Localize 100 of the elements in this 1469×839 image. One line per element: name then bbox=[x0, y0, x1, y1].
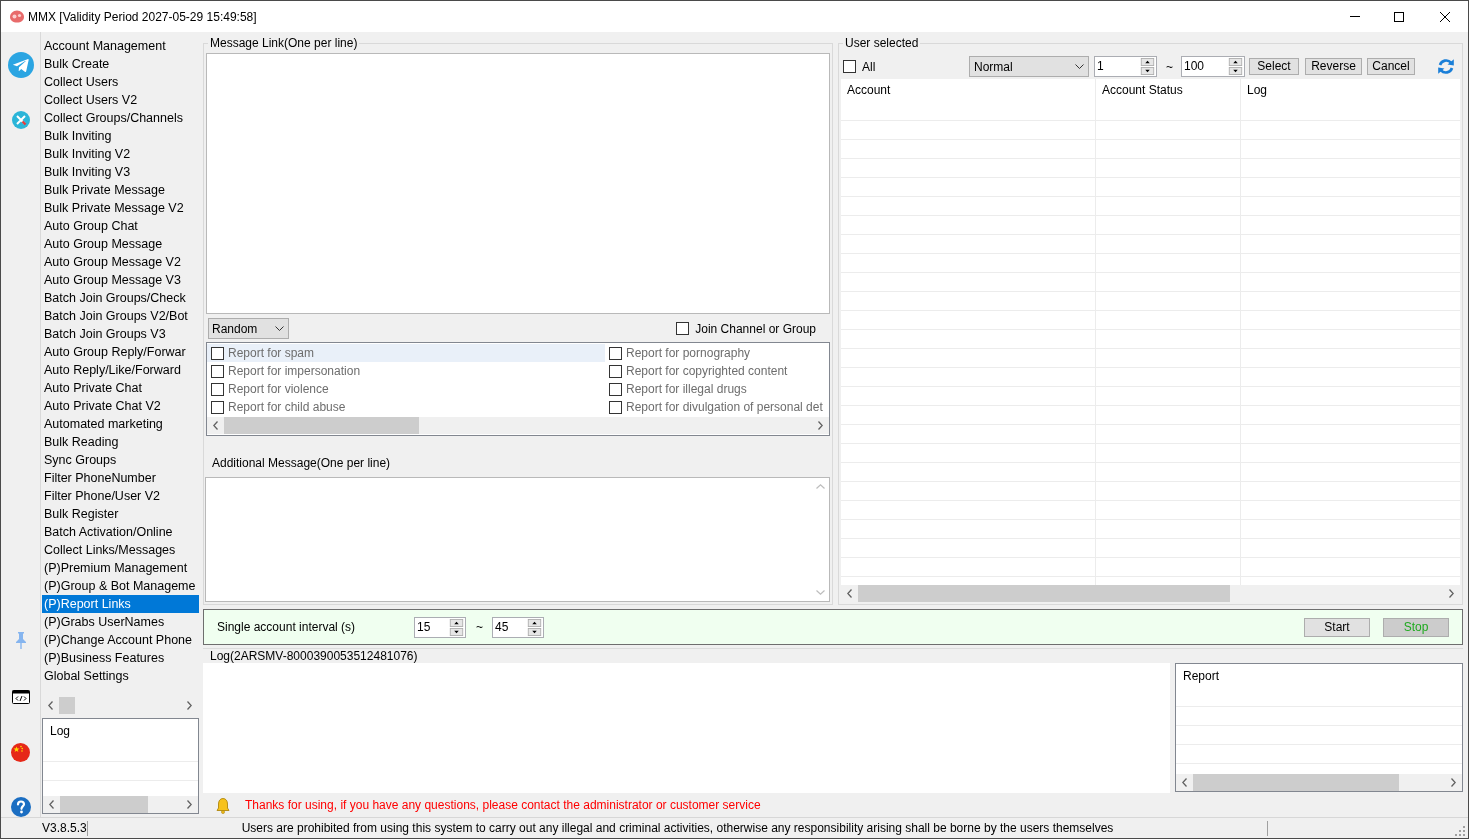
sidebar-item[interactable]: Auto Private Chat bbox=[42, 379, 199, 397]
sidebar-item[interactable]: Collect Links/Messages bbox=[42, 541, 199, 559]
order-dropdown[interactable]: Random bbox=[208, 318, 289, 339]
reverse-button[interactable]: Reverse bbox=[1305, 58, 1362, 75]
scrollbar-thumb[interactable] bbox=[60, 796, 148, 813]
scrollbar-thumb[interactable] bbox=[858, 585, 1230, 602]
sidebar-item[interactable]: Auto Group Message bbox=[42, 235, 199, 253]
scrollbar-thumb[interactable] bbox=[224, 417, 419, 434]
column-header[interactable]: Report bbox=[1176, 669, 1220, 683]
spin-up-icon[interactable] bbox=[449, 618, 464, 627]
horizontal-scrollbar[interactable] bbox=[207, 417, 829, 434]
status-dropdown[interactable]: Normal bbox=[969, 56, 1089, 77]
refresh-icon[interactable] bbox=[1437, 58, 1455, 75]
checkbox[interactable] bbox=[211, 382, 224, 396]
start-button[interactable]: Start bbox=[1304, 617, 1370, 637]
sidebar-item[interactable]: Bulk Private Message V2 bbox=[42, 199, 199, 217]
chevron-left-icon[interactable] bbox=[48, 701, 53, 710]
number-field[interactable]: 1 bbox=[1094, 56, 1157, 77]
sidebar-item[interactable]: Batch Activation/Online bbox=[42, 523, 199, 541]
help-icon[interactable] bbox=[10, 797, 31, 817]
report-option[interactable]: Report for pornography bbox=[605, 344, 829, 362]
checkbox[interactable] bbox=[609, 364, 622, 378]
sidebar-item[interactable]: Bulk Private Message bbox=[42, 181, 199, 199]
checkbox[interactable] bbox=[211, 400, 224, 414]
checkbox[interactable] bbox=[609, 400, 622, 414]
sidebar-item[interactable]: Auto Group Message V3 bbox=[42, 271, 199, 289]
report-option[interactable]: Report for spam bbox=[207, 344, 605, 362]
sidebar-item[interactable]: Bulk Inviting V2 bbox=[42, 145, 199, 163]
sidebar-item[interactable]: Collect Users bbox=[42, 73, 199, 91]
code-window-icon[interactable] bbox=[11, 690, 30, 704]
sidebar-item[interactable]: (P)Business Features bbox=[42, 649, 199, 667]
sidebar-item[interactable]: Account Management bbox=[42, 37, 199, 55]
checkbox[interactable] bbox=[843, 60, 856, 73]
sidebar-item[interactable]: (P)Report Links bbox=[42, 595, 199, 613]
sidebar-item[interactable]: Batch Join Groups V2/Bot bbox=[42, 307, 199, 325]
sidebar-item[interactable]: Auto Private Chat V2 bbox=[42, 397, 199, 415]
sidebar-item[interactable]: Global Settings bbox=[42, 667, 199, 685]
sidebar-item[interactable]: Auto Group Message V2 bbox=[42, 253, 199, 271]
sidebar-item[interactable]: Auto Group Reply/Forwar bbox=[42, 343, 199, 361]
horizontal-scrollbar[interactable] bbox=[1176, 774, 1462, 791]
chevron-left-icon[interactable] bbox=[213, 421, 218, 430]
report-option[interactable]: Report for copyrighted content bbox=[605, 362, 829, 380]
sidebar-item[interactable]: Bulk Create bbox=[42, 55, 199, 73]
sidebar-item[interactable]: Batch Join Groups/Check bbox=[42, 289, 199, 307]
checkbox[interactable] bbox=[211, 346, 224, 360]
spin-up-icon[interactable] bbox=[1228, 58, 1243, 66]
spin-down-icon[interactable] bbox=[1140, 67, 1155, 75]
column-header[interactable]: Log bbox=[1241, 79, 1460, 102]
sidebar-item[interactable]: Collect Users V2 bbox=[42, 91, 199, 109]
number-field[interactable]: 45 bbox=[492, 616, 544, 638]
scrollbar-thumb[interactable] bbox=[59, 697, 75, 714]
checkbox[interactable] bbox=[676, 322, 690, 335]
spin-down-icon[interactable] bbox=[1228, 67, 1243, 75]
select-button[interactable]: Select bbox=[1249, 58, 1299, 75]
sidebar-item[interactable]: Bulk Inviting V3 bbox=[42, 163, 199, 181]
sidebar-item[interactable]: Bulk Inviting bbox=[42, 127, 199, 145]
sidebar-item[interactable]: Bulk Reading bbox=[42, 433, 199, 451]
cancel-button[interactable]: Cancel bbox=[1367, 58, 1415, 75]
scrollbar-thumb[interactable] bbox=[1193, 774, 1399, 791]
chevron-left-icon[interactable] bbox=[1182, 778, 1187, 787]
number-field[interactable]: 15 bbox=[414, 616, 466, 638]
column-header[interactable]: Account bbox=[841, 79, 1096, 102]
sidebar-item[interactable]: Filter Phone/User V2 bbox=[42, 487, 199, 505]
checkbox[interactable] bbox=[609, 346, 622, 360]
report-option[interactable]: Report for violence bbox=[207, 380, 605, 398]
sidebar-item[interactable]: Sync Groups bbox=[42, 451, 199, 469]
message-links-field[interactable] bbox=[206, 53, 830, 314]
sidebar-item[interactable]: Filter PhoneNumber bbox=[42, 469, 199, 487]
spin-up-icon[interactable] bbox=[527, 618, 542, 627]
paper-plane-icon[interactable] bbox=[7, 52, 34, 78]
sidebar-item[interactable]: Batch Join Groups V3 bbox=[42, 325, 199, 343]
checkbox[interactable] bbox=[211, 364, 224, 378]
checkbox[interactable] bbox=[609, 382, 622, 396]
sidebar-item[interactable]: Auto Group Chat bbox=[42, 217, 199, 235]
report-option[interactable]: Report for child abuse bbox=[207, 398, 605, 416]
spin-down-icon[interactable] bbox=[449, 627, 464, 636]
sidebar-item[interactable]: Collect Groups/Channels bbox=[42, 109, 199, 127]
horizontal-scrollbar[interactable] bbox=[43, 796, 198, 813]
report-option[interactable]: Report for impersonation bbox=[207, 362, 605, 380]
report-option[interactable]: Report for illegal drugs bbox=[605, 380, 829, 398]
chevron-left-icon[interactable] bbox=[49, 800, 54, 809]
sidebar-item[interactable]: Auto Reply/Like/Forward bbox=[42, 361, 199, 379]
flag-icon[interactable] bbox=[11, 743, 30, 762]
chevron-left-icon[interactable] bbox=[847, 589, 852, 598]
horizontal-scrollbar[interactable] bbox=[841, 585, 1460, 602]
report-option[interactable]: Report for divulgation of personal det bbox=[605, 398, 829, 416]
column-header[interactable]: Account Status bbox=[1096, 79, 1241, 102]
spin-up-icon[interactable] bbox=[1140, 58, 1155, 66]
chevron-right-icon[interactable] bbox=[818, 421, 823, 430]
sidebar-item[interactable]: (P)Grabs UserNames bbox=[42, 613, 199, 631]
sidebar-item[interactable]: Bulk Register bbox=[42, 505, 199, 523]
tools-icon[interactable] bbox=[11, 111, 30, 129]
column-header[interactable]: Log bbox=[43, 724, 71, 738]
sidebar-item[interactable]: (P)Premium Management bbox=[42, 559, 199, 577]
chevron-right-icon[interactable] bbox=[187, 800, 192, 809]
chevron-right-icon[interactable] bbox=[1449, 589, 1454, 598]
resize-grip-icon[interactable] bbox=[1455, 826, 1466, 837]
chevron-right-icon[interactable] bbox=[187, 701, 192, 710]
sidebar-item[interactable]: Automated marketing bbox=[42, 415, 199, 433]
number-field[interactable]: 100 bbox=[1181, 56, 1245, 77]
